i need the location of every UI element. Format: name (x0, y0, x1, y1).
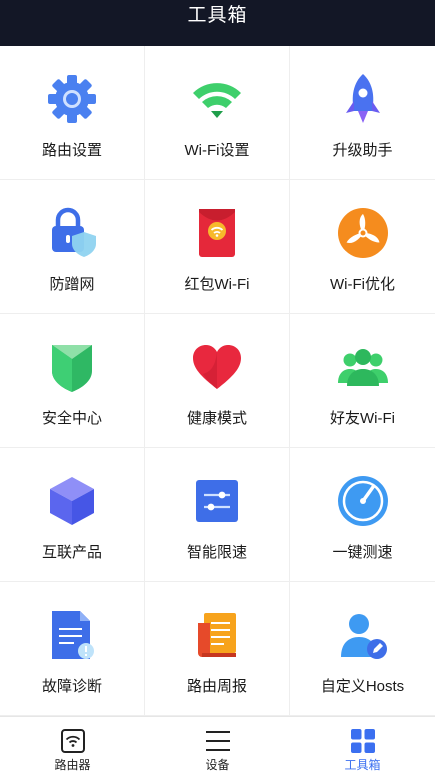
tool-speed-test[interactable]: 一键测速 (290, 448, 435, 582)
tool-red-envelope-wifi[interactable]: 红包Wi-Fi (145, 180, 290, 314)
friends-icon (335, 339, 391, 395)
router-icon (60, 729, 85, 753)
tool-friend-wifi[interactable]: 好友Wi-Fi (290, 314, 435, 448)
user-edit-icon (335, 607, 391, 663)
tool-label: 故障诊断 (41, 678, 102, 695)
tool-label: 智能限速 (186, 544, 247, 561)
tool-anti-leech[interactable]: 防蹭网 (0, 180, 145, 314)
tool-connected-products[interactable]: 互联产品 (0, 448, 145, 582)
tool-label: Wi-Fi设置 (184, 142, 250, 159)
sliders-icon (189, 473, 245, 529)
grid-icon (350, 729, 375, 753)
tab-label: 设备 (205, 758, 230, 772)
tool-label: 红包Wi-Fi (184, 276, 250, 293)
tool-upgrade-assistant[interactable]: 升级助手 (290, 46, 435, 180)
shield-icon (44, 339, 100, 395)
tab-toolbox[interactable]: 工具箱 (290, 717, 435, 775)
tool-fault-diagnosis[interactable]: 故障诊断 (0, 582, 145, 716)
tool-smart-speed-limit[interactable]: 智能限速 (145, 448, 290, 582)
tool-label: 安全中心 (41, 410, 102, 427)
tool-label: 一键测速 (332, 544, 393, 561)
tool-label: 路由设置 (41, 142, 102, 159)
cube-icon (44, 473, 100, 529)
tool-router-settings[interactable]: 路由设置 (0, 46, 145, 180)
tab-label: 工具箱 (344, 758, 381, 772)
tab-label: 路由器 (54, 758, 91, 772)
tool-router-weekly-report[interactable]: 路由周报 (145, 582, 290, 716)
tab-router[interactable]: 路由器 (0, 717, 145, 775)
tool-health-mode[interactable]: 健康模式 (145, 314, 290, 448)
top-bar: 工具箱 (0, 0, 435, 46)
diagnosis-document-icon (44, 607, 100, 663)
tool-label: 互联产品 (41, 544, 102, 561)
tool-label: 好友Wi-Fi (330, 410, 395, 427)
tool-label: Wi-Fi优化 (330, 276, 395, 293)
wifi-icon (189, 71, 245, 127)
tool-label: 防蹭网 (49, 276, 95, 293)
tool-wifi-settings[interactable]: Wi-Fi设置 (145, 46, 290, 180)
fan-icon (335, 205, 391, 261)
tools-grid: 路由设置 Wi-Fi设置 升级助手 防蹭网 红包Wi-Fi Wi-Fi优化 安全… (0, 46, 435, 716)
tool-wifi-optimize[interactable]: Wi-Fi优化 (290, 180, 435, 314)
tab-devices[interactable]: 设备 (145, 717, 290, 775)
rocket-icon (335, 71, 391, 127)
bottom-tab-bar: 路由器 设备 工具箱 (0, 716, 435, 775)
tool-label: 自定义Hosts (320, 678, 405, 695)
red-envelope-icon (189, 205, 245, 261)
gear-icon (44, 71, 100, 127)
page-title: 工具箱 (187, 5, 248, 26)
tool-label: 路由周报 (186, 678, 247, 695)
tool-label: 健康模式 (186, 410, 247, 427)
heart-icon (189, 339, 245, 395)
menu-icon (205, 731, 230, 751)
lock-shield-icon (44, 205, 100, 261)
report-icon (189, 607, 245, 663)
tool-security-center[interactable]: 安全中心 (0, 314, 145, 448)
speedometer-icon (335, 473, 391, 529)
tool-custom-hosts[interactable]: 自定义Hosts (290, 582, 435, 716)
tool-label: 升级助手 (332, 142, 393, 159)
